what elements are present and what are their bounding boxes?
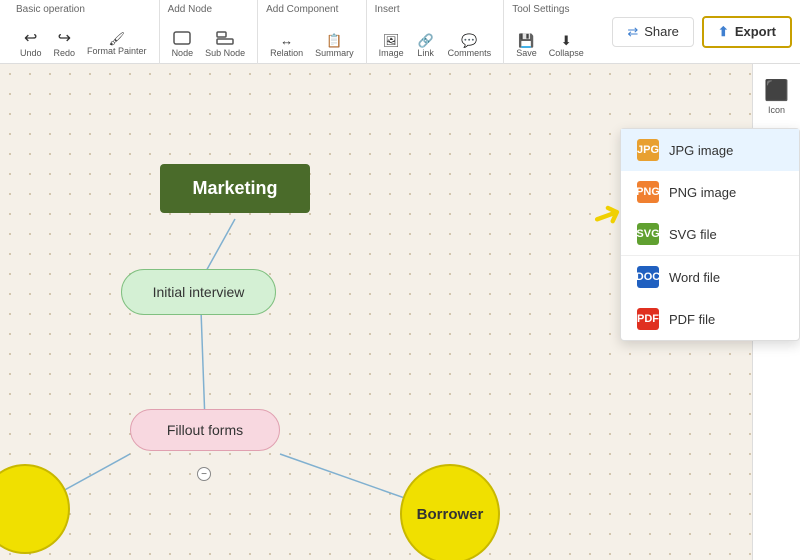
- dropdown-item-pdf[interactable]: PDF PDF file: [621, 298, 799, 340]
- yellow-left-node[interactable]: [0, 464, 70, 554]
- jpg-icon: JPG: [637, 139, 659, 161]
- toolbar: Basic operation ↩ Undo ↪ Redo 🖌 Format P…: [0, 0, 800, 64]
- jpg-label: JPG image: [669, 143, 733, 158]
- node-icon: [173, 31, 191, 47]
- dropdown-item-png[interactable]: PNG PNG image: [621, 171, 799, 213]
- share-button[interactable]: ⇄ Share: [612, 17, 694, 47]
- redo-button[interactable]: ↪ Redo: [50, 29, 80, 60]
- relation-icon: ↔: [280, 34, 293, 47]
- node-button[interactable]: Node: [168, 29, 198, 60]
- dropdown-item-svg[interactable]: SVG SVG file: [621, 213, 799, 255]
- svg-label: SVG file: [669, 227, 717, 242]
- fillout-forms-node[interactable]: Fillout forms: [130, 409, 280, 451]
- toolbar-group-add-component-items: ↔ Relation 📋 Summary: [266, 32, 358, 60]
- doc-icon: DOC: [637, 266, 659, 288]
- relation-button[interactable]: ↔ Relation: [266, 32, 307, 60]
- collapse-button[interactable]: ⬇ Collapse: [545, 32, 588, 60]
- toolbar-group-basic-label: Basic operation: [16, 4, 85, 15]
- sub-node-button[interactable]: Sub Node: [201, 29, 249, 60]
- toolbar-group-tool-settings-label: Tool Settings: [512, 4, 569, 15]
- png-label: PNG image: [669, 185, 736, 200]
- toolbar-group-insert: Insert 🖼 Image 🔗 Link 💬 Comments: [367, 0, 505, 64]
- comments-icon: 💬: [461, 34, 477, 47]
- marketing-node[interactable]: Marketing: [160, 164, 310, 213]
- icon-label: Icon: [768, 105, 785, 115]
- initial-interview-node[interactable]: Initial interview: [121, 269, 276, 315]
- canvas: Marketing Initial interview Fillout form…: [0, 64, 800, 560]
- sub-node-icon: [216, 31, 234, 47]
- pdf-icon: PDF: [637, 308, 659, 330]
- toolbar-group-tool-settings-items: 💾 Save ⬇ Collapse: [512, 32, 588, 60]
- undo-button[interactable]: ↩ Undo: [16, 29, 46, 60]
- borrower-node[interactable]: Borrower: [400, 464, 500, 560]
- toolbar-right: ⇄ Share ⬆ Export: [612, 16, 792, 48]
- format-painter-button[interactable]: 🖌 Format Painter: [83, 30, 151, 58]
- toolbar-group-add-node-items: Node Sub Node: [168, 29, 250, 60]
- panel-icon-item[interactable]: ⬛ Icon: [760, 72, 793, 121]
- share-label: Share: [644, 24, 679, 39]
- toolbar-group-add-node-label: Add Node: [168, 4, 212, 15]
- export-label: Export: [735, 24, 776, 39]
- link-button[interactable]: 🔗 Link: [412, 32, 440, 60]
- save-icon: 💾: [518, 34, 534, 47]
- toolbar-group-add-component: Add Component ↔ Relation 📋 Summary: [258, 0, 367, 64]
- share-icon: ⇄: [627, 24, 638, 40]
- pdf-label: PDF file: [669, 312, 715, 327]
- icon-icon: ⬛: [764, 78, 789, 103]
- toolbar-group-basic: Basic operation ↩ Undo ↪ Redo 🖌 Format P…: [8, 0, 160, 64]
- borrower-label: Borrower: [417, 506, 484, 523]
- export-dropdown: JPG JPG image PNG PNG image SVG SVG file…: [620, 128, 800, 341]
- toolbar-group-insert-label: Insert: [375, 4, 400, 15]
- fillout-forms-collapse[interactable]: −: [197, 467, 211, 481]
- toolbar-group-add-node: Add Node Node Sub Node: [160, 0, 259, 64]
- format-painter-icon: 🖌: [109, 32, 126, 45]
- svg-icon: SVG: [637, 223, 659, 245]
- fillout-forms-label: Fillout forms: [167, 422, 243, 438]
- initial-interview-label: Initial interview: [153, 284, 245, 300]
- toolbar-group-basic-items: ↩ Undo ↪ Redo 🖌 Format Painter: [16, 29, 151, 60]
- comments-button[interactable]: 💬 Comments: [444, 32, 496, 60]
- undo-icon: ↩: [24, 31, 37, 47]
- toolbar-group-add-component-label: Add Component: [266, 4, 338, 15]
- marketing-label: Marketing: [192, 178, 277, 198]
- image-button[interactable]: 🖼 Image: [375, 32, 408, 60]
- save-button[interactable]: 💾 Save: [512, 32, 541, 60]
- export-icon: ⬆: [718, 24, 729, 40]
- summary-icon: 📋: [326, 34, 342, 47]
- summary-button[interactable]: 📋 Summary: [311, 32, 358, 60]
- collapse-icon: ⬇: [561, 34, 572, 47]
- image-icon: 🖼: [383, 34, 400, 47]
- export-button[interactable]: ⬆ Export: [702, 16, 792, 48]
- link-icon: 🔗: [418, 34, 434, 47]
- dropdown-item-doc[interactable]: DOC Word file: [621, 256, 799, 298]
- png-icon: PNG: [637, 181, 659, 203]
- toolbar-group-tool-settings: Tool Settings 💾 Save ⬇ Collapse: [504, 0, 596, 64]
- dropdown-item-jpg[interactable]: JPG JPG image: [621, 129, 799, 171]
- toolbar-group-insert-items: 🖼 Image 🔗 Link 💬 Comments: [375, 32, 496, 60]
- doc-label: Word file: [669, 270, 720, 285]
- redo-icon: ↪: [58, 31, 71, 47]
